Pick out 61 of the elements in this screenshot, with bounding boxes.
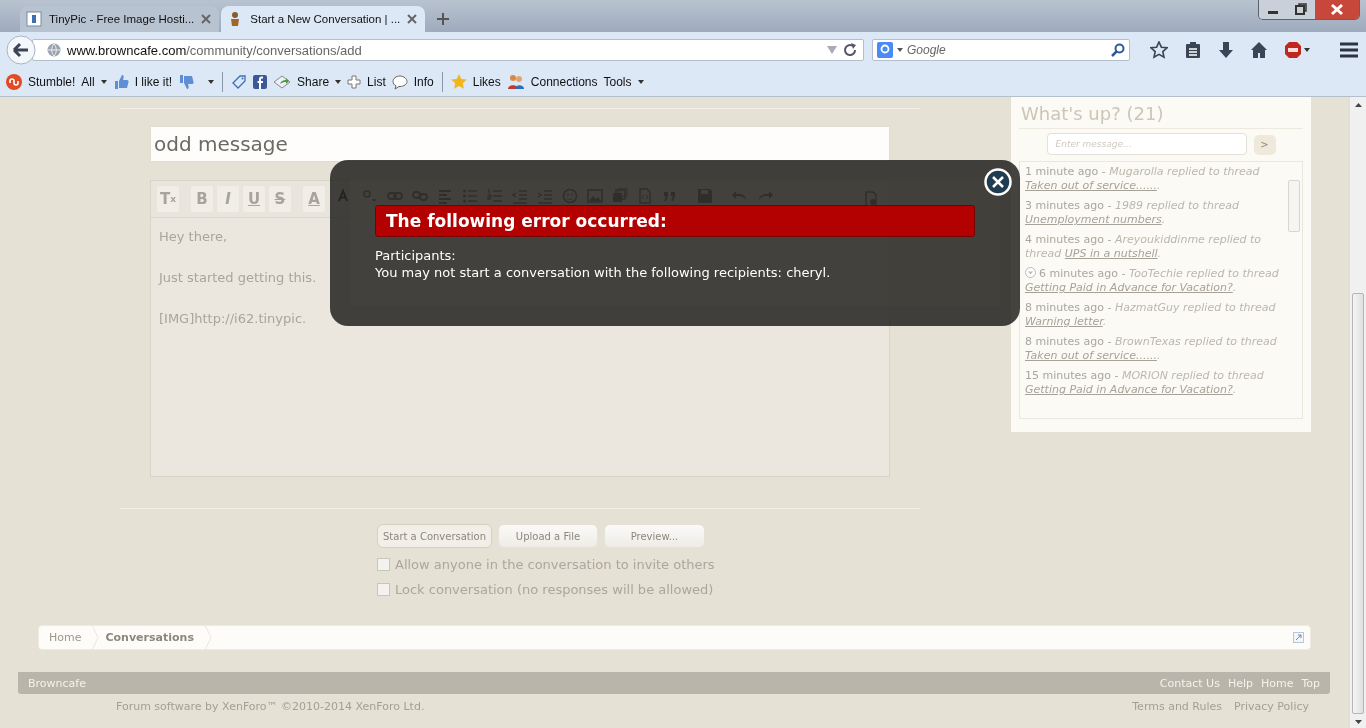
- breadcrumb-link[interactable]: Home: [39, 625, 96, 650]
- browser-tab[interactable]: TinyPic - Free Image Hosti...: [20, 6, 220, 32]
- preview-button[interactable]: Preview...: [604, 524, 705, 548]
- thread-link[interactable]: Unemployment numbers: [1025, 213, 1162, 226]
- title-field[interactable]: odd message: [150, 126, 890, 162]
- editor-text: [IMG]http://i62.tinypic.: [159, 310, 307, 328]
- footer-link[interactable]: Terms and Rules: [1132, 700, 1223, 713]
- toolbar-button[interactable]: Info: [413, 75, 434, 89]
- toolbar-button[interactable]: All: [81, 75, 107, 89]
- error-message: You may not start a conversation with the following recipients: cheryl.: [375, 264, 832, 281]
- feed-entry: 8 minutes ago - HazmatGuy replied to thread Warning letter.: [1025, 301, 1277, 329]
- footer-link[interactable]: Top: [1301, 676, 1320, 690]
- format-button[interactable]: B: [191, 186, 213, 212]
- feed-entry: 1 minute ago - Mugarolla replied to thread Taken out of service.......: [1025, 165, 1261, 193]
- feed-entry: 3 minutes ago - 1989 replied to thread Unemployment numbers.: [1025, 199, 1240, 227]
- search-field[interactable]: Google: [872, 39, 1130, 61]
- thread-link[interactable]: Warning letter: [1025, 315, 1103, 328]
- format-button[interactable]: S: [269, 186, 291, 212]
- tab-title: Start a New Conversation | ...: [250, 13, 401, 25]
- message-field[interactable]: Enter message...: [1046, 133, 1247, 155]
- upload-button[interactable]: Upload a File: [498, 524, 598, 548]
- footer-link[interactable]: Contact Us: [1159, 676, 1220, 690]
- error-message: Participants:: [375, 247, 457, 264]
- thread-link[interactable]: Taken out of service......: [1025, 349, 1157, 362]
- search-placeholder: Google: [907, 43, 947, 57]
- feed-entry: 4 minutes ago - Areyoukiddinme replied to thread UPS in a nutshell.: [1025, 233, 1263, 261]
- checkbox-label[interactable]: Lock conversation (no responses will be allowed): [395, 581, 714, 597]
- footer-link[interactable]: Browncafe: [28, 676, 86, 690]
- footer-link[interactable]: Privacy Policy: [1234, 700, 1309, 713]
- browser-tab[interactable]: Start a New Conversation | ...: [221, 6, 426, 32]
- thread-link[interactable]: Getting Paid in Advance for Vacation?: [1025, 281, 1233, 294]
- format-button[interactable]: U: [243, 186, 265, 212]
- editor-text: Hey there,: [159, 228, 228, 246]
- toolbar-button[interactable]: Stumble!: [28, 75, 76, 89]
- thread-link[interactable]: UPS in a nutshell: [1064, 247, 1158, 260]
- format-button[interactable]: I: [217, 186, 239, 212]
- feed-entry: 15 minutes ago - MORION replied to thread Getting Paid in Advance for Vacation?.: [1025, 369, 1265, 397]
- feed-entry: 8 minutes ago - BrownTexas replied to thread Taken out of service.......: [1025, 335, 1278, 363]
- thread-link[interactable]: Taken out of service......: [1025, 179, 1157, 192]
- format-button[interactable]: A: [303, 186, 325, 212]
- footer-link[interactable]: Help: [1227, 676, 1253, 690]
- checkbox-label[interactable]: Allow anyone in the conversation to invite others: [395, 556, 715, 572]
- panel-title: What's up? (21): [1019, 103, 1303, 129]
- tab-title: TinyPic - Free Image Hosti...: [49, 13, 195, 25]
- toolbar-button[interactable]: Likes: [472, 75, 501, 89]
- toolbar-button[interactable]: Connections: [530, 75, 598, 89]
- toolbar-button[interactable]: I like it!: [134, 75, 173, 89]
- toolbar-button[interactable]: Share: [297, 75, 342, 89]
- thread-link[interactable]: Getting Paid in Advance for Vacation?: [1025, 383, 1233, 396]
- error-title: The following error occurred:: [375, 205, 975, 237]
- breadcrumb-link[interactable]: Conversations: [95, 625, 208, 650]
- editor-text: Just started getting this.: [159, 269, 317, 287]
- toolbar-button[interactable]: Tools: [603, 75, 644, 89]
- credit-text: Forum software by XenForo™ ©2010-2014 XenForo Ltd.: [116, 700, 425, 713]
- address-bar[interactable]: www.browncafe.com/community/conversations/add: [32, 39, 864, 61]
- footer-link[interactable]: Home: [1260, 676, 1294, 690]
- submit-button[interactable]: Start a Conversation: [377, 524, 492, 548]
- send-button[interactable]: >: [1253, 135, 1276, 155]
- feed-entry: 6 minutes ago - TooTechie replied to thread Getting Paid in Advance for Vacation?.: [1025, 267, 1280, 295]
- toolbar-button[interactable]: List: [367, 75, 386, 89]
- url-text: www.browncafe.com/community/conversations/add: [67, 42, 363, 58]
